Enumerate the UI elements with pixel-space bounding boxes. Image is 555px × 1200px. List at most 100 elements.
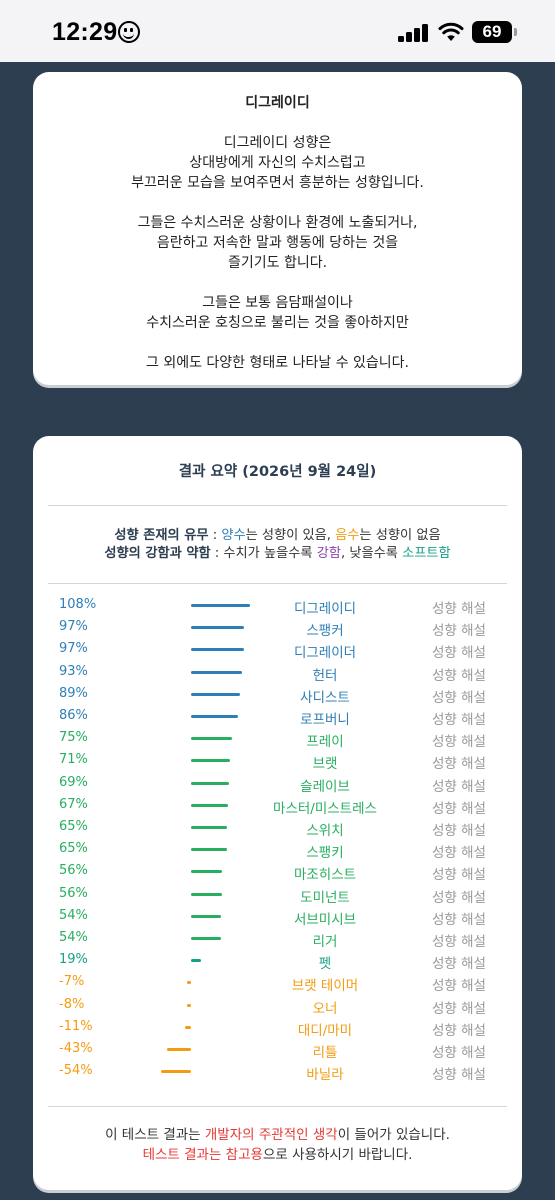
- detail-link[interactable]: 성향 해설: [432, 997, 486, 1017]
- detail-link[interactable]: 성향 해설: [432, 597, 486, 617]
- result-type-name[interactable]: 리거: [259, 930, 391, 950]
- card-title: 디그레이디: [245, 95, 310, 111]
- detail-link[interactable]: 성향 해설: [432, 619, 486, 639]
- result-bar: [191, 848, 227, 852]
- result-bar: [191, 670, 243, 674]
- result-type-name[interactable]: 바닐라: [259, 1063, 391, 1083]
- result-percent: 65%: [59, 841, 88, 857]
- detail-link[interactable]: 성향 해설: [432, 797, 486, 817]
- result-type-name[interactable]: 서브미시브: [259, 908, 391, 928]
- status-time: 12:29: [52, 18, 118, 46]
- wifi-icon: [438, 22, 464, 41]
- result-percent: -8%: [59, 996, 85, 1012]
- detail-link[interactable]: 성향 해설: [432, 1063, 486, 1083]
- result-row: 69% 슬레이브 성향 해설: [33, 773, 522, 795]
- result-row: 97% 스팽커 성향 해설: [33, 617, 522, 639]
- description-paragraph: 디그레이디 성향은 상대방에게 자신의 수치스럽고 부끄러운 모습을 보여주면서…: [131, 135, 424, 191]
- result-type-name[interactable]: 오너: [259, 997, 391, 1017]
- result-type-name[interactable]: 펫: [259, 952, 391, 972]
- result-type-name[interactable]: 프레이: [259, 730, 391, 750]
- result-type-name[interactable]: 브랫 테이머: [259, 974, 391, 994]
- result-row: -11% 대디/마미 성향 해설: [33, 1017, 522, 1039]
- result-bar: [191, 759, 231, 763]
- detail-link[interactable]: 성향 해설: [432, 952, 486, 972]
- result-bar: [191, 892, 222, 896]
- result-type-name[interactable]: 로프버니: [259, 708, 391, 728]
- description-paragraph: 그들은 수치스러운 상황이나 환경에 노출되거나, 음란하고 저속한 말과 행동…: [137, 215, 418, 271]
- result-row: 54% 서브미시브 성향 해설: [33, 906, 522, 928]
- result-bar: [191, 803, 228, 807]
- result-row: -8% 오너 성향 해설: [33, 995, 522, 1017]
- result-type-name[interactable]: 도미넌트: [259, 886, 391, 906]
- detail-link[interactable]: 성향 해설: [432, 1041, 486, 1061]
- detail-link[interactable]: 성향 해설: [432, 664, 486, 684]
- result-row: 93% 헌터 성향 해설: [33, 662, 522, 684]
- result-bar: [184, 1025, 191, 1029]
- result-row: 65% 스위치 성향 해설: [33, 817, 522, 839]
- result-bar: [191, 914, 221, 918]
- summary-title: 결과 요약 (2026년 9월 24일): [178, 464, 377, 480]
- detail-link[interactable]: 성향 해설: [432, 974, 486, 994]
- result-bar: [191, 604, 251, 607]
- detail-link[interactable]: 성향 해설: [432, 1019, 486, 1039]
- result-percent: 71%: [59, 752, 88, 768]
- result-bar: [186, 1003, 191, 1007]
- description-paragraph: 그들은 보통 음담패설이나 수치스러운 호칭으로 불리는 것을 좋아하지만: [146, 295, 409, 331]
- result-type-name[interactable]: 스위치: [259, 819, 391, 839]
- result-type-name[interactable]: 스팽커: [259, 619, 391, 639]
- detail-link[interactable]: 성향 해설: [432, 819, 486, 839]
- result-percent: -7%: [59, 974, 85, 990]
- result-row: 108% 디그레이디 성향 해설: [33, 595, 522, 617]
- result-bar: [161, 1070, 191, 1074]
- detail-link[interactable]: 성향 해설: [432, 641, 486, 661]
- result-row: 56% 도미넌트 성향 해설: [33, 884, 522, 906]
- result-type-name[interactable]: 슬레이브: [259, 775, 391, 795]
- legend-strength: 성향의 강함과 약함 : 수치가 높을수록 강함, 낮을수록 소프트함: [104, 546, 451, 561]
- detail-link[interactable]: 성향 해설: [432, 930, 486, 950]
- result-percent: 97%: [59, 619, 88, 635]
- result-type-name[interactable]: 디그레이더: [259, 641, 391, 661]
- result-row: 86% 로프버니 성향 해설: [33, 706, 522, 728]
- detail-link[interactable]: 성향 해설: [432, 863, 486, 883]
- disclaimer: 이 테스트 결과는 개발자의 주관적인 생각이 들어가 있습니다. 테스트 결과…: [105, 1127, 450, 1163]
- detail-link[interactable]: 성향 해설: [432, 908, 486, 928]
- result-type-name[interactable]: 마조히스트: [259, 863, 391, 883]
- result-bar: [191, 737, 233, 741]
- legend-strong: 강함: [316, 546, 341, 561]
- result-row: 75% 프레이 성향 해설: [33, 728, 522, 750]
- result-percent: 54%: [59, 930, 88, 945]
- detail-link[interactable]: 성향 해설: [432, 730, 486, 750]
- result-type-name[interactable]: 대디/마미: [259, 1019, 391, 1039]
- result-type-name[interactable]: 디그레이디: [259, 597, 391, 617]
- result-type-name[interactable]: 리틀: [259, 1041, 391, 1061]
- result-bar: [191, 781, 229, 785]
- detail-link[interactable]: 성향 해설: [432, 708, 486, 728]
- result-type-name[interactable]: 헌터: [259, 664, 391, 684]
- result-row: 67% 마스터/미스트레스 성향 해설: [33, 795, 522, 817]
- description-paragraph: 그 외에도 다양한 형태로 나타날 수 있습니다.: [146, 355, 409, 371]
- result-type-name[interactable]: 스팽키: [259, 841, 391, 861]
- result-type-name[interactable]: 마스터/미스트레스: [259, 797, 391, 817]
- result-percent: 54%: [59, 907, 88, 923]
- result-percent: 69%: [59, 774, 88, 790]
- detail-link[interactable]: 성향 해설: [432, 752, 486, 772]
- detail-link[interactable]: 성향 해설: [432, 775, 486, 795]
- battery-level: 69: [482, 22, 502, 41]
- detail-link[interactable]: 성향 해설: [432, 886, 486, 906]
- result-percent: 93%: [59, 663, 88, 679]
- battery-icon: 69: [472, 21, 517, 43]
- detail-link[interactable]: 성향 해설: [432, 841, 486, 861]
- result-type-name[interactable]: 브랫: [259, 752, 391, 772]
- result-row: 56% 마조히스트 성향 해설: [33, 861, 522, 883]
- result-percent: 97%: [59, 641, 88, 657]
- result-percent: 89%: [59, 685, 88, 701]
- result-row: 97% 디그레이더 성향 해설: [33, 639, 522, 661]
- result-percent: 19%: [59, 952, 88, 968]
- result-type-name[interactable]: 사디스트: [259, 686, 391, 706]
- divider: [48, 505, 507, 506]
- detail-link[interactable]: 성향 해설: [432, 686, 486, 706]
- result-row: 19% 펫 성향 해설: [33, 950, 522, 972]
- result-percent: 86%: [59, 708, 88, 723]
- result-bar: [187, 981, 191, 985]
- result-bar: [191, 870, 222, 874]
